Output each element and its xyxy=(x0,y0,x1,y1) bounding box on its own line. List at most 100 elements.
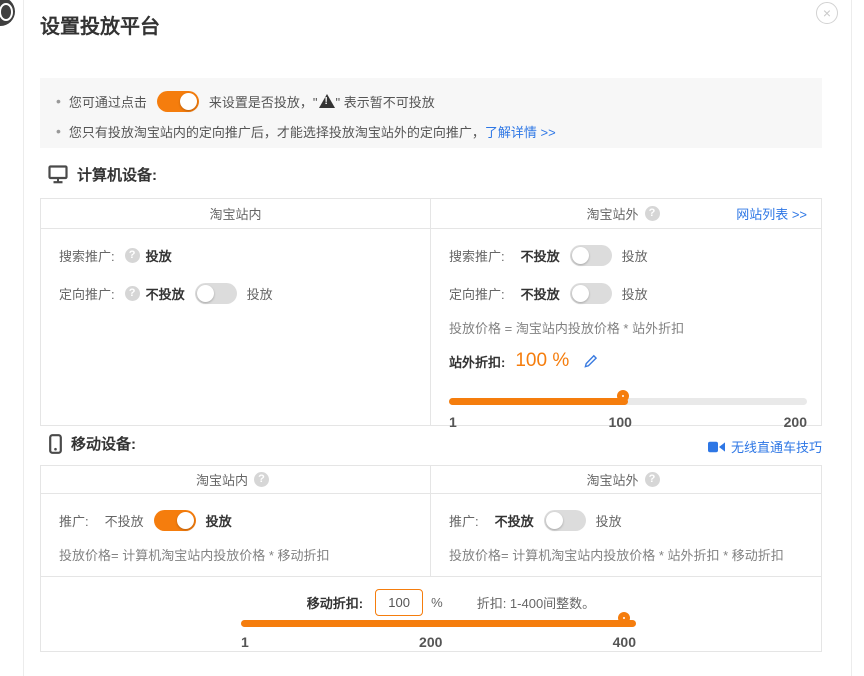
help-icon[interactable] xyxy=(645,472,660,487)
search-outside-toggle[interactable] xyxy=(570,245,612,266)
header-label: 淘宝站内 xyxy=(196,470,248,489)
slider-max-label: 400 xyxy=(613,634,636,650)
mobile-discount-input[interactable] xyxy=(375,589,423,616)
mobile-section-header: 移动设备: xyxy=(49,433,136,454)
wireless-tips-wrap: 无线直通车技巧 xyxy=(708,437,822,456)
toggle-knob xyxy=(177,512,194,529)
header-label: 淘宝站外 xyxy=(586,470,638,489)
site-list-link-wrap: 网站列表 >> xyxy=(736,199,807,228)
slider-labels: 1 100 200 xyxy=(449,414,807,430)
slider-track[interactable] xyxy=(241,620,636,627)
search-promo-row: 搜索推广: 投放 xyxy=(59,243,418,267)
notice-text: 您只有投放淘宝站内的定向推广后，才能选择投放淘宝站外的定向推广， xyxy=(69,122,485,141)
header-label: 淘宝站外 xyxy=(586,204,638,223)
percent-sign: % xyxy=(431,595,443,610)
warning-icon xyxy=(319,94,335,108)
row-label: 推广: xyxy=(449,511,479,530)
slider-mid-label: 100 xyxy=(609,414,632,430)
mobile-outside-formula: 投放价格= 计算机淘宝站内投放价格 * 站外折扣 * 移动折扣 xyxy=(449,546,809,566)
targeted-promo-row: 定向推广: 不投放 投放 xyxy=(449,281,809,305)
price-formula: 投放价格 = 淘宝站内投放价格 * 站外折扣 xyxy=(449,319,809,339)
mobile-table-header: 淘宝站内 淘宝站外 xyxy=(41,466,821,494)
learn-more-link[interactable]: 了解详情 >> xyxy=(485,122,556,141)
search-promo-row: 搜索推广: 不投放 投放 xyxy=(449,243,809,267)
header-label: 淘宝站内 xyxy=(209,204,261,223)
bullet-icon: • xyxy=(56,123,61,139)
mobile-discount-row: 移动折扣: % 折扣: 1-400间整数。 1 200 400 xyxy=(41,576,821,652)
mobile-phone-icon xyxy=(49,434,62,454)
computer-inside-cell: 搜索推广: 投放 定向推广: 不投放 投放 xyxy=(41,229,431,426)
toggle-knob xyxy=(572,247,589,264)
row-label: 定向推广: xyxy=(59,284,115,303)
discount-label: 移动折扣: xyxy=(307,593,363,612)
discount-label: 站外折扣: xyxy=(449,352,505,371)
slider-track[interactable] xyxy=(449,398,807,405)
bullet-icon: • xyxy=(56,93,61,109)
computer-outside-cell: 搜索推广: 不投放 投放 定向推广: 不投放 投放 投放价格 = 淘宝站内投放价… xyxy=(431,229,821,426)
off-label: 不投放 xyxy=(495,511,534,530)
toggle-knob xyxy=(180,93,197,110)
toggle-knob xyxy=(197,285,214,302)
off-label: 不投放 xyxy=(521,284,560,303)
row-label: 定向推广: xyxy=(449,284,505,303)
off-label: 不投放 xyxy=(521,246,560,265)
targeted-promo-row: 定向推广: 不投放 投放 xyxy=(59,281,418,305)
computer-table: 淘宝站内 淘宝站外 网站列表 >> 搜索推广: 投放 定向推广: xyxy=(40,198,822,426)
on-label: 投放 xyxy=(206,511,232,530)
on-label: 投放 xyxy=(247,284,273,303)
computer-table-header: 淘宝站内 淘宝站外 网站列表 >> xyxy=(41,199,821,229)
off-label: 不投放 xyxy=(105,511,144,530)
mobile-discount-line: 移动折扣: % 折扣: 1-400间整数。 xyxy=(81,587,821,617)
mobile-inside-cell: 推广: 不投放 投放 投放价格= 计算机淘宝站内投放价格 * 移动折扣 xyxy=(41,494,431,576)
discount-value: 100 % xyxy=(515,350,569,372)
slider-mid-label: 200 xyxy=(419,634,442,650)
slider-fill xyxy=(241,620,636,627)
dialog-left-edge xyxy=(23,0,24,676)
notice-text: 您可通过点击 xyxy=(69,92,147,111)
promo-state: 投放 xyxy=(146,246,172,265)
sample-toggle[interactable] xyxy=(157,91,199,112)
mobile-table: 淘宝站内 淘宝站外 推广: 不投放 投放 投放价格= 计算机淘宝站内投放价格 *… xyxy=(40,465,822,652)
video-icon xyxy=(708,441,725,453)
on-label: 投放 xyxy=(622,284,648,303)
set-platform-dialog: 设置投放平台 • 您可通过点击 来设置是否投放，" " 表示暂不可投放 • 您只… xyxy=(0,0,864,676)
mobile-inside-header: 淘宝站内 xyxy=(41,466,431,493)
computer-outside-header: 淘宝站外 网站列表 >> xyxy=(431,199,821,228)
mobile-outside-toggle[interactable] xyxy=(544,510,586,531)
computer-icon xyxy=(48,165,68,184)
mobile-section-title: 移动设备: xyxy=(71,433,136,454)
dialog-right-edge xyxy=(851,0,852,676)
slider-labels: 1 200 400 xyxy=(241,634,636,650)
mobile-inside-toggle[interactable] xyxy=(154,510,196,531)
background-badge-icon xyxy=(0,0,15,26)
mobile-promo-row: 推广: 不投放 投放 xyxy=(59,508,418,532)
help-icon[interactable] xyxy=(125,286,140,301)
computer-table-body: 搜索推广: 投放 定向推广: 不投放 投放 搜索推广: 不投放 xyxy=(41,229,821,426)
mobile-inside-formula: 投放价格= 计算机淘宝站内投放价格 * 移动折扣 xyxy=(59,546,418,566)
close-icon[interactable] xyxy=(816,2,838,24)
computer-section-title: 计算机设备: xyxy=(77,164,157,185)
notice-text: " 表示暂不可投放 xyxy=(336,92,435,111)
targeted-outside-toggle[interactable] xyxy=(570,283,612,304)
slider-fill xyxy=(449,398,628,405)
help-icon[interactable] xyxy=(254,472,269,487)
page-title: 设置投放平台 xyxy=(40,10,160,39)
website-list-link[interactable]: 网站列表 >> xyxy=(736,204,807,223)
slider-min-label: 1 xyxy=(241,634,249,650)
outside-discount-line: 站外折扣: 100 % xyxy=(449,348,809,374)
computer-section-header: 计算机设备: xyxy=(48,164,157,185)
edit-pencil-icon[interactable] xyxy=(583,354,598,369)
slider-handle[interactable] xyxy=(618,612,630,624)
slider-max-label: 200 xyxy=(784,414,807,430)
mobile-outside-cell: 推广: 不投放 投放 投放价格= 计算机淘宝站内投放价格 * 站外折扣 * 移动… xyxy=(431,494,821,576)
slider-handle[interactable] xyxy=(617,390,629,402)
notice-box: • 您可通过点击 来设置是否投放，" " 表示暂不可投放 • 您只有投放淘宝站内… xyxy=(40,78,822,148)
row-label: 搜索推广: xyxy=(59,246,115,265)
help-icon[interactable] xyxy=(125,248,140,263)
wireless-tips-link[interactable]: 无线直通车技巧 xyxy=(731,437,822,456)
notice-text: 来设置是否投放，" xyxy=(209,92,318,111)
targeted-inside-toggle[interactable] xyxy=(195,283,237,304)
computer-inside-header: 淘宝站内 xyxy=(41,199,431,228)
help-icon[interactable] xyxy=(645,206,660,221)
toggle-knob xyxy=(546,512,563,529)
